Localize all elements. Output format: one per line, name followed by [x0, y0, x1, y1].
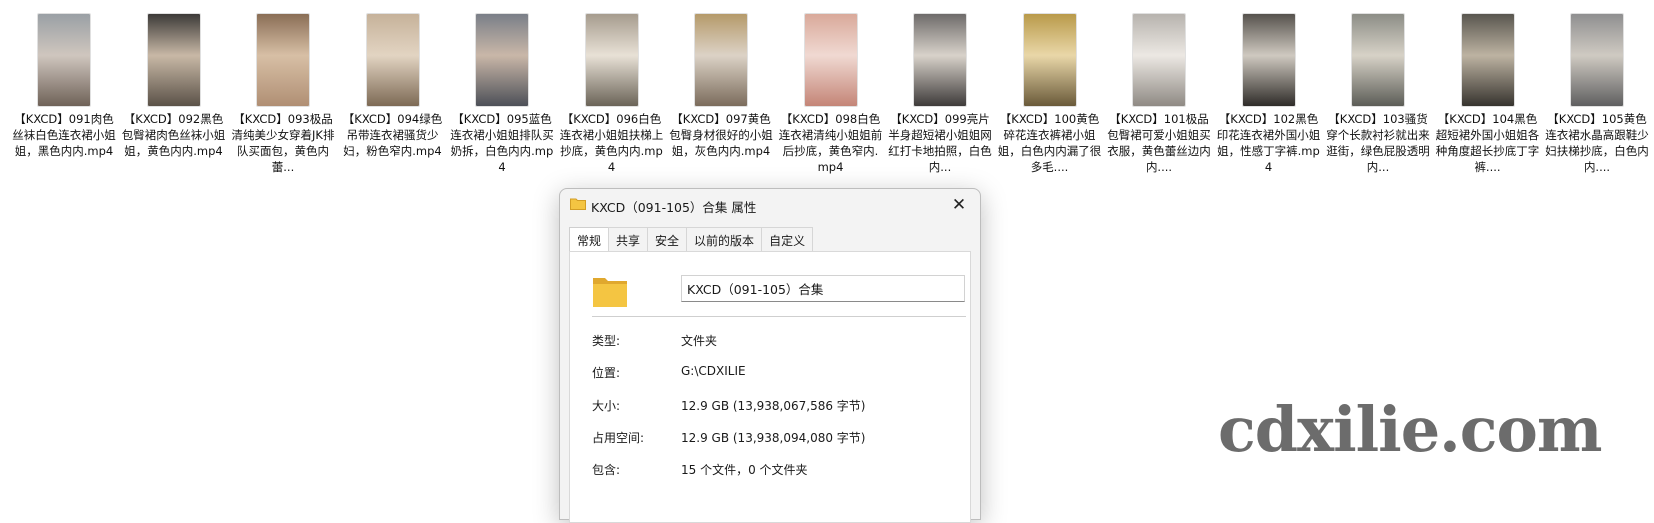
file-name: 【KXCD】099亮片半身超短裙小姐姐网红打卡地拍照，白色内... — [888, 112, 992, 174]
file-item[interactable]: 【KXCD】097黄色包臀身材很好的小姐姐，灰色内内.mp4 — [667, 14, 775, 159]
dialog-title: KXCD（091-105）合集 属性 — [591, 200, 757, 215]
video-thumbnail — [804, 14, 857, 106]
video-thumbnail — [38, 14, 90, 106]
file-name: 【KXCD】105黄色连衣裙水晶高跟鞋少妇扶梯抄底，白色内内.... — [1545, 112, 1649, 174]
file-name: 【KXCD】093极品清纯美少女穿着JK排队买面包，黄色内蕾... — [231, 112, 335, 174]
tab-sharing[interactable]: 共享 — [608, 227, 649, 252]
folder-large-icon — [593, 278, 627, 307]
file-item[interactable]: 【KXCD】096白色连衣裙小姐姐扶梯上抄底，黄色内内.mp4 — [558, 14, 666, 175]
file-name: 【KXCD】095蓝色连衣裙小姐姐排队买奶拆，白色内内.mp4 — [450, 112, 554, 174]
video-thumbnail — [1571, 14, 1623, 106]
video-thumbnail — [914, 14, 966, 106]
file-item[interactable]: 【KXCD】103骚货穿个长款衬衫就出来逛街，绿色屁股透明内... — [1324, 14, 1432, 175]
tab-bar: 常规 共享 安全 以前的版本 自定义 — [569, 227, 814, 256]
video-thumbnail — [1023, 14, 1076, 106]
close-button[interactable]: ✕ — [946, 194, 972, 216]
folder-icon — [570, 198, 586, 210]
file-item[interactable]: 【KXCD】094绿色吊带连衣裙骚货少妇，粉色窄内.mp4 — [339, 14, 447, 159]
prop-size-on-disk-value: 12.9 GB (13,938,094,080 字节) — [681, 431, 866, 445]
file-name: 【KXCD】102黑色印花连衣裙外国小姐姐，性感丁字裤.mp4 — [1216, 112, 1321, 174]
file-name: 【KXCD】092黑色包臀裙肉色丝袜小姐姐，黄色内内.mp4 — [121, 112, 226, 158]
title-bar[interactable]: KXCD（091-105）合集 属性 ✕ — [560, 189, 980, 221]
file-item[interactable]: 【KXCD】104黑色超短裙外国小姐姐各种角度超长抄底丁字裤.... — [1434, 14, 1542, 175]
prop-location-value: G:\CDXILIE — [681, 364, 746, 378]
video-thumbnail — [1133, 14, 1185, 106]
file-item[interactable]: 【KXCD】091肉色丝袜白色连衣裙小姐姐，黑色内内.mp4 — [10, 14, 118, 159]
video-thumbnail — [1352, 14, 1404, 106]
file-item[interactable]: 【KXCD】093极品清纯美少女穿着JK排队买面包，黄色内蕾... — [229, 14, 337, 175]
video-thumbnail — [147, 14, 200, 106]
file-item[interactable]: 【KXCD】105黄色连衣裙水晶高跟鞋少妇扶梯抄底，白色内内.... — [1543, 14, 1651, 175]
file-name: 【KXCD】091肉色丝袜白色连衣裙小姐姐，黑色内内.mp4 — [12, 112, 116, 158]
file-item[interactable]: 【KXCD】100黄色碎花连衣裤裙小姐姐，白色内内漏了很多毛.... — [996, 14, 1104, 175]
file-name: 【KXCD】103骚货穿个长款衬衫就出来逛街，绿色屁股透明内... — [1326, 112, 1430, 174]
watermark: cdxilie.com — [1218, 393, 1602, 466]
file-name: 【KXCD】100黄色碎花连衣裤裙小姐姐，白色内内漏了很多毛.... — [997, 112, 1102, 174]
file-name: 【KXCD】097黄色包臀身材很好的小姐姐，灰色内内.mp4 — [669, 112, 773, 158]
tab-security[interactable]: 安全 — [647, 227, 688, 252]
file-grid: 【KXCD】091肉色丝袜白色连衣裙小姐姐，黑色内内.mp4 【KXCD】092黑… — [0, 0, 1654, 190]
file-item[interactable]: 【KXCD】095蓝色连衣裙小姐姐排队买奶拆，白色内内.mp4 — [448, 14, 556, 175]
general-panel: 类型: 文件夹 位置: G:\CDXILIE 大小: 12.9 GB (13,9… — [569, 251, 971, 523]
file-item[interactable]: 【KXCD】098白色连衣裙清纯小姐姐前后抄底，黄色窄内.mp4 — [777, 14, 885, 175]
file-name: 【KXCD】101极品包臀裙可爱小姐姐买衣服，黄色蕾丝边内内.... — [1107, 112, 1211, 174]
file-name: 【KXCD】096白色连衣裙小姐姐扶梯上抄底，黄色内内.mp4 — [559, 112, 664, 174]
prop-size-on-disk-label: 占用空间: — [592, 431, 645, 445]
file-item[interactable]: 【KXCD】101极品包臀裙可爱小姐姐买衣服，黄色蕾丝边内内.... — [1105, 14, 1213, 175]
video-thumbnail — [257, 14, 309, 106]
file-name: 【KXCD】104黑色超短裙外国小姐姐各种角度超长抄底丁字裤.... — [1435, 112, 1540, 174]
prop-type-value: 文件夹 — [681, 334, 718, 348]
video-thumbnail — [366, 14, 419, 106]
prop-size-value: 12.9 GB (13,938,067,586 字节) — [681, 399, 866, 413]
tab-previous-versions[interactable]: 以前的版本 — [686, 227, 763, 252]
video-thumbnail — [585, 14, 638, 106]
file-item[interactable]: 【KXCD】092黑色包臀裙肉色丝袜小姐姐，黄色内内.mp4 — [120, 14, 228, 159]
prop-size-label: 大小: — [592, 399, 621, 413]
folder-name-input[interactable] — [681, 275, 965, 302]
file-item[interactable]: 【KXCD】099亮片半身超短裙小姐姐网红打卡地拍照，白色内... — [886, 14, 994, 175]
file-name: 【KXCD】098白色连衣裙清纯小姐姐前后抄底，黄色窄内.mp4 — [778, 112, 883, 174]
divider — [592, 316, 966, 317]
file-name: 【KXCD】094绿色吊带连衣裙骚货少妇，粉色窄内.mp4 — [342, 112, 443, 158]
properties-dialog: KXCD（091-105）合集 属性 ✕ 常规 共享 安全 以前的版本 自定义 … — [559, 188, 981, 523]
video-thumbnail — [695, 14, 747, 106]
prop-contains-label: 包含: — [592, 463, 621, 477]
tab-customize[interactable]: 自定义 — [761, 227, 814, 252]
file-item[interactable]: 【KXCD】102黑色印花连衣裙外国小姐姐，性感丁字裤.mp4 — [1215, 14, 1323, 175]
prop-location-label: 位置: — [592, 366, 621, 380]
close-icon: ✕ — [951, 195, 967, 215]
video-thumbnail — [1242, 14, 1295, 106]
prop-type-label: 类型: — [592, 334, 621, 348]
video-thumbnail — [476, 14, 528, 106]
prop-contains-value: 15 个文件，0 个文件夹 — [681, 463, 808, 477]
video-thumbnail — [1461, 14, 1514, 106]
